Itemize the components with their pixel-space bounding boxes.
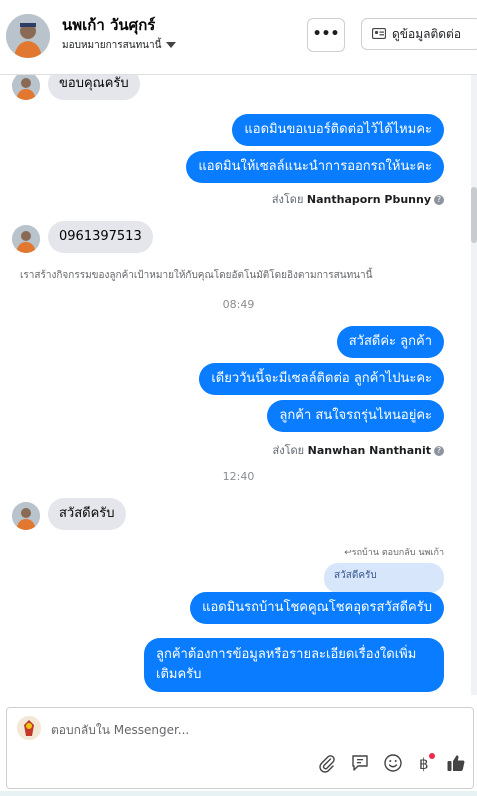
emoji-icon[interactable] (383, 753, 403, 773)
sent-by-name: Nanthaporn Pbunny (306, 193, 431, 206)
sent-by-prefix: ส่งโดย (271, 193, 304, 206)
incoming-message[interactable]: ขอบคุณครับ (48, 75, 140, 100)
outgoing-message[interactable]: แอดมินรถบ้านโชคคูณโชคอุดรสวัสดีครับ (190, 592, 444, 624)
reply-arrow-icon: ↩ (344, 548, 352, 558)
reply-context-text: รถบ้าน ตอบกลับ นพเก้า (351, 548, 444, 558)
sender-avatar (12, 225, 40, 253)
view-contact-button[interactable]: ดูข้อมูลติดต่อ (361, 18, 477, 50)
help-icon[interactable]: ? (434, 446, 444, 456)
paperclip-icon[interactable] (317, 753, 337, 773)
help-icon[interactable]: ? (434, 195, 444, 205)
outgoing-message[interactable]: ลูกค้าต้องการข้อมูลหรือรายละเอียดเรื่องใ… (144, 638, 444, 692)
reply-context-label: ↩รถบ้าน ตอบกลับ นพเก้า (344, 545, 444, 559)
view-contact-label: ดูข้อมูลติดต่อ (392, 27, 462, 41)
assign-conversation-dropdown[interactable]: มอบหมายการสนทนานี้ (62, 38, 177, 53)
message-thread[interactable]: ขอบคุณครับ แอดมินขอเบอร์ติดต่อไว้ได้ไหมค… (0, 75, 477, 695)
sent-by-label: ส่งโดย Nanwhan Nanthanit? (273, 441, 444, 459)
system-notice: เราสร้างกิจกรรมของลูกค้าเป้าหมายให้กับคุ… (20, 270, 373, 281)
saved-reply-icon[interactable] (350, 753, 370, 773)
contact-card-icon (371, 20, 387, 50)
sent-by-prefix: ส่งโดย (272, 444, 305, 457)
sender-avatar (12, 502, 40, 530)
more-options-button[interactable]: ••• (307, 18, 345, 52)
quoted-message[interactable]: สวัสดีครับ (324, 563, 444, 593)
thumbs-up-icon[interactable] (446, 753, 466, 773)
contact-name: นพเก้า วันศุกร์ (62, 16, 156, 34)
timestamp: 08:49 (222, 298, 255, 311)
conversation-header: นพเก้า วันศุกร์ มอบหมายการสนทนานี้ ••• ด… (0, 0, 477, 75)
outgoing-message[interactable]: ลูกค้า สนใจรถรุ่นไหนอยู่คะ (267, 400, 444, 432)
contact-avatar[interactable] (6, 14, 50, 58)
thread-scrollbar[interactable] (471, 75, 477, 695)
sent-by-name: Nanwhan Nanthanit (307, 444, 431, 457)
incoming-message[interactable]: 0961397513 (48, 221, 153, 253)
timestamp: 12:40 (222, 470, 255, 483)
outgoing-message[interactable]: แอดมินให้เซลล์แนะนำการออกรถให้นะคะ (186, 151, 444, 183)
assign-label: มอบหมายการสนทนานี้ (62, 40, 162, 51)
sender-avatar (12, 75, 40, 100)
outgoing-message[interactable]: เดียววันนี้จะมีเซลล์ติดต่อ ลูกค้าไปนะคะ (199, 363, 444, 395)
incoming-message[interactable]: สวัสดีครับ (48, 498, 126, 530)
reply-composer: ตอบกลับใน Messenger... ฿ (6, 707, 474, 789)
scroll-thumb[interactable] (471, 187, 477, 243)
svg-text:฿: ฿ (419, 755, 429, 773)
sent-by-label: ส่งโดย Nanthaporn Pbunny? (272, 190, 444, 208)
reply-input[interactable]: ตอบกลับใน Messenger... (51, 721, 189, 740)
outgoing-message[interactable]: สวัสดีค่ะ ลูกค้า (336, 326, 444, 358)
caret-down-icon (166, 42, 177, 48)
outgoing-message[interactable]: แอดมินขอเบอร์ติดต่อไว้ได้ไหมคะ (232, 114, 444, 146)
baht-payment-icon[interactable]: ฿ (415, 753, 435, 773)
bottom-strip (0, 791, 477, 796)
page-avatar (17, 716, 41, 740)
